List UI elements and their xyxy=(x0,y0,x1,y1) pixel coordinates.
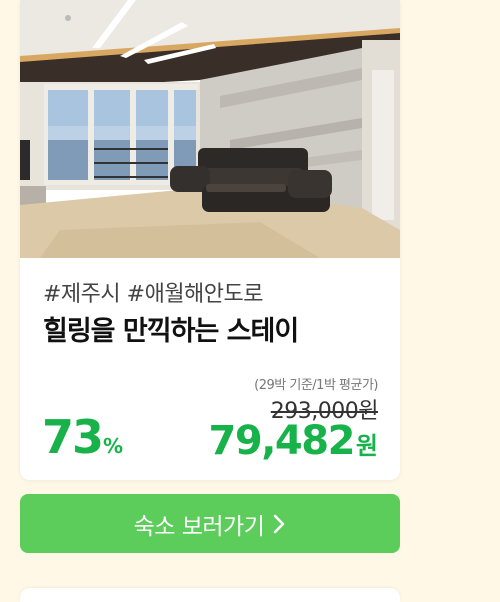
next-card-edge xyxy=(20,588,400,602)
listing-title: 힐링을 만끽하는 스테이 xyxy=(43,316,299,347)
discount-unit: % xyxy=(103,434,124,458)
discount-rate: 73% xyxy=(42,410,123,464)
listing-hashtags: #제주시 #애월해안도로 xyxy=(43,282,264,307)
view-stay-button-label: 숙소 보러가기 xyxy=(133,513,265,540)
chevron-right-icon xyxy=(272,513,286,535)
stay-card[interactable]: #제주시 #애월해안도로 힐링을 만끽하는 스테이 73% (29박 기준/1박… xyxy=(20,0,400,480)
discount-value: 73 xyxy=(42,410,104,464)
listing-photo xyxy=(20,0,400,258)
sale-price-value: 79,482 xyxy=(208,418,356,464)
sale-price-unit: 원 xyxy=(355,432,378,460)
price-basis-note: (29박 기준/1박 평균가) xyxy=(254,378,378,393)
sale-price: 79,482원 xyxy=(209,418,378,464)
view-stay-button[interactable]: 숙소 보러가기 xyxy=(20,494,400,553)
